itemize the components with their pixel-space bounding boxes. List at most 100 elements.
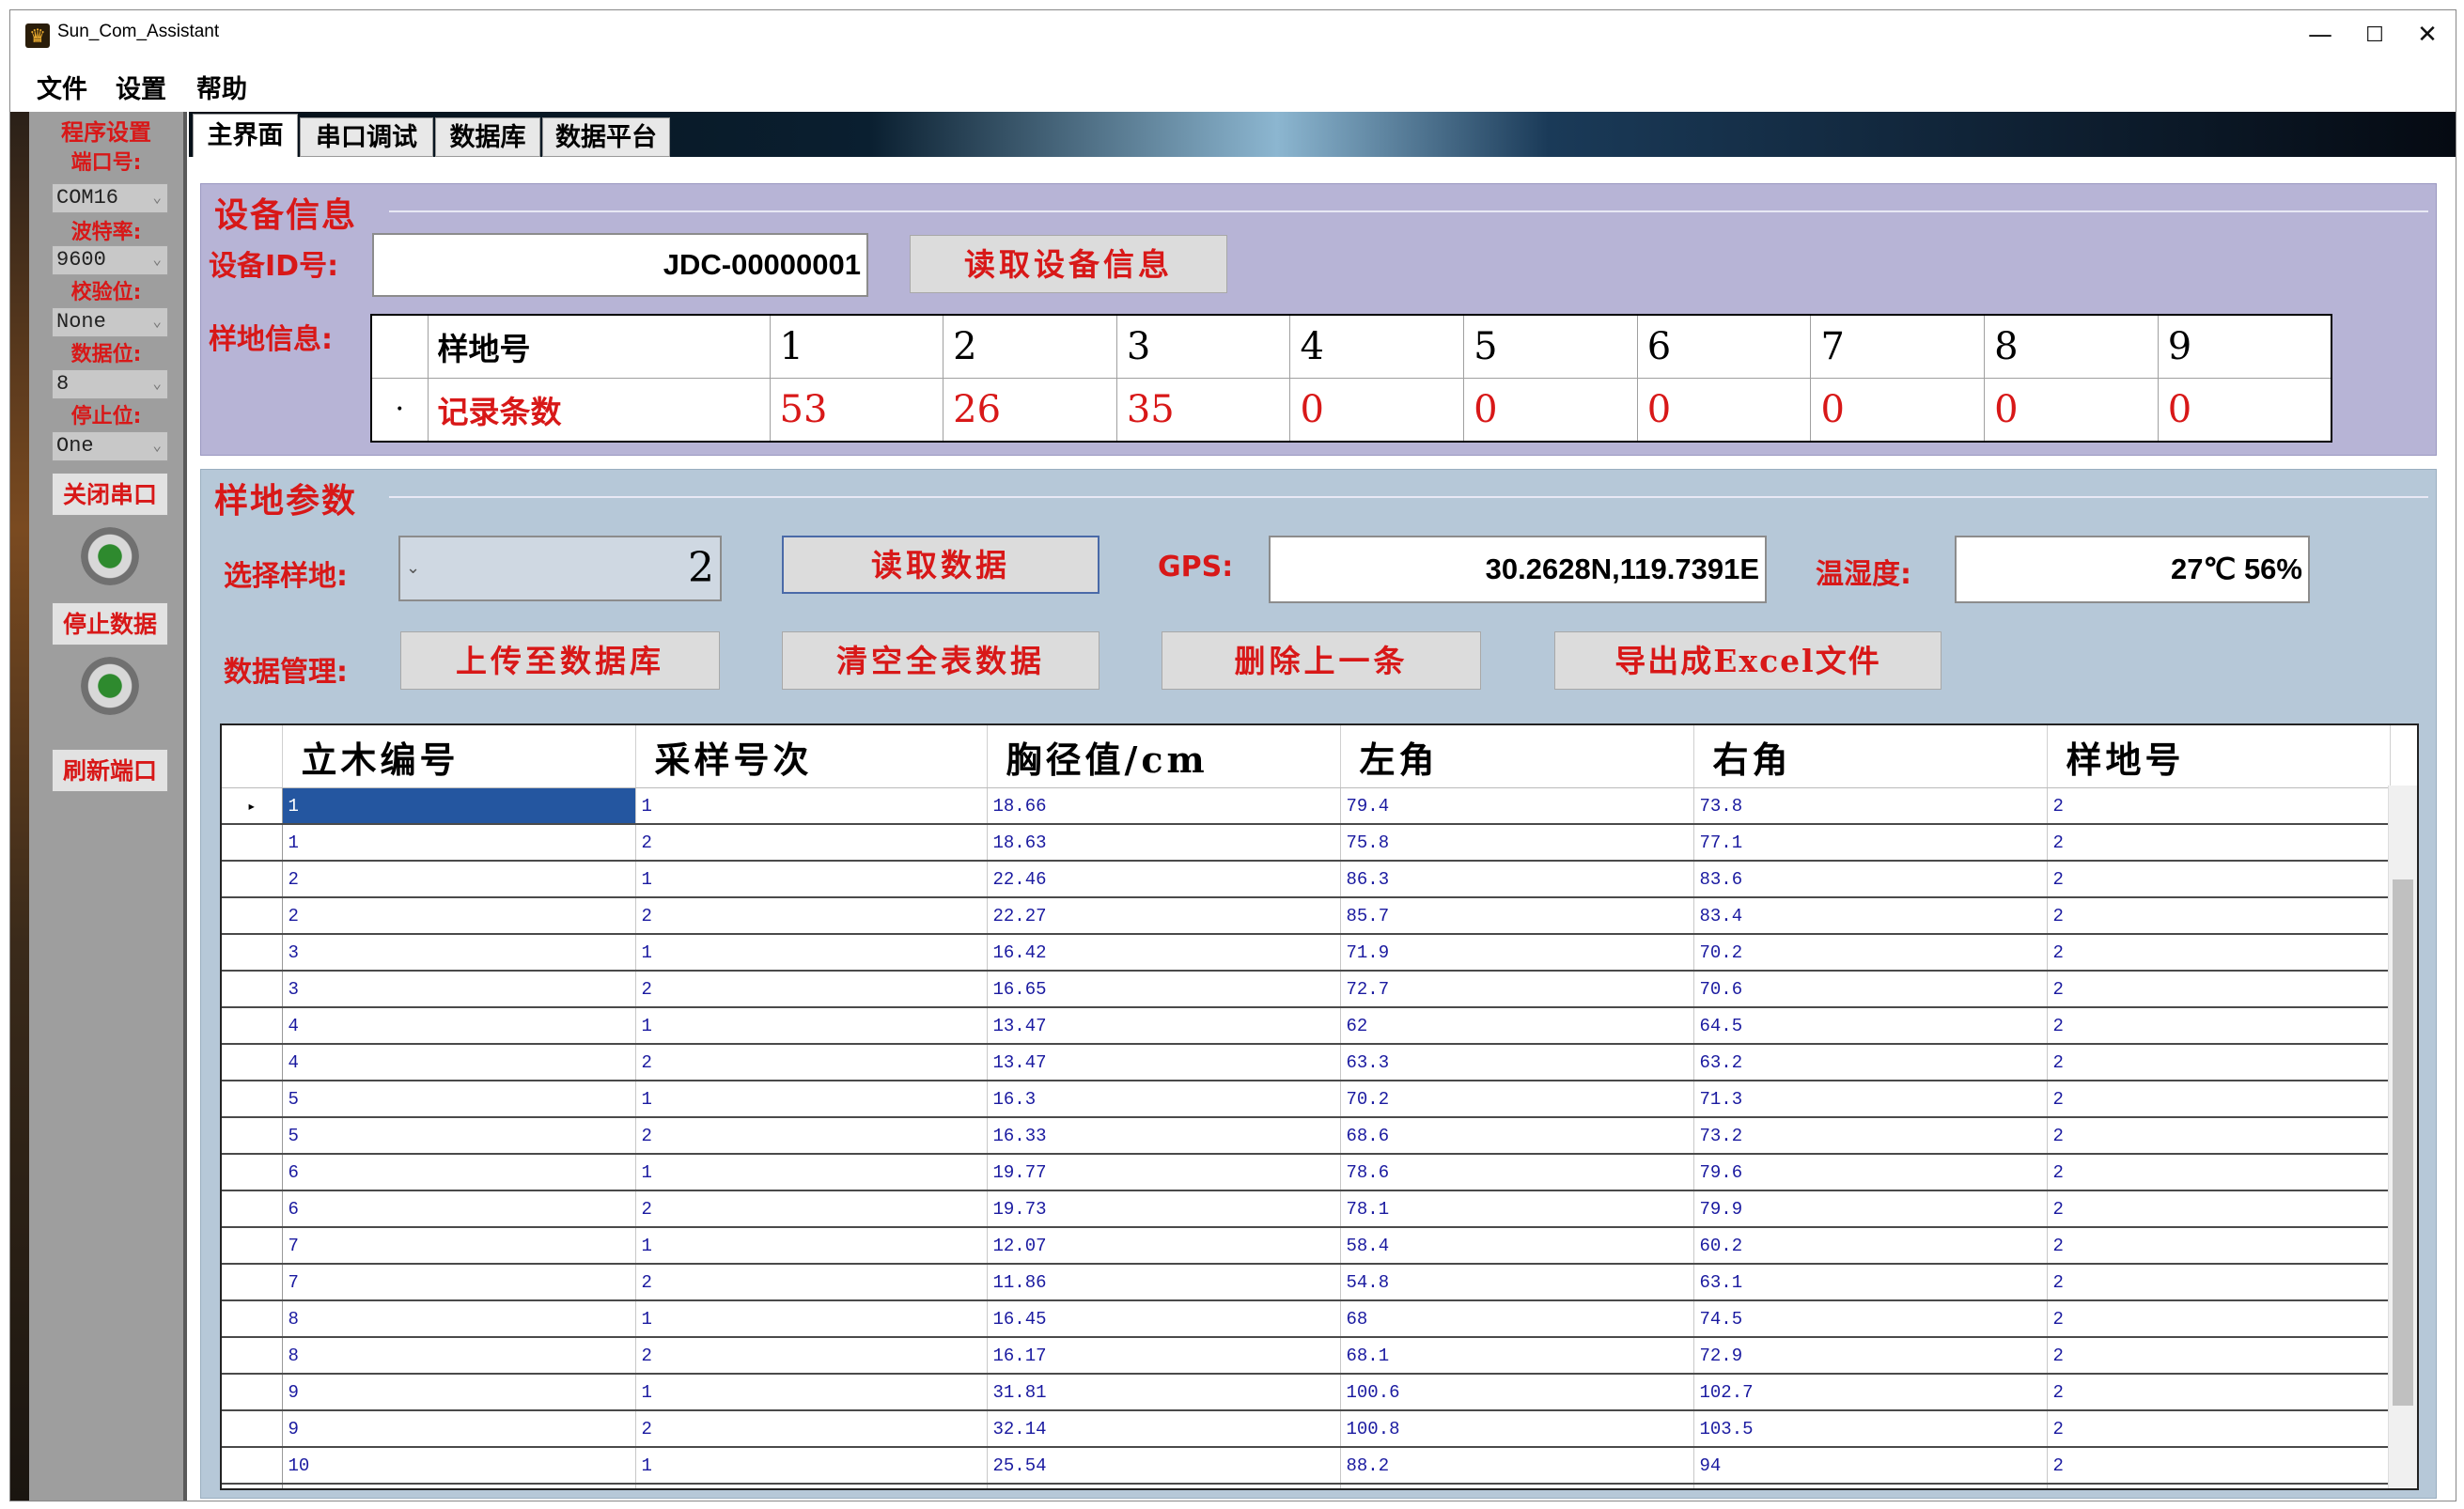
table-cell[interactable]: 88.2 xyxy=(1340,1447,1694,1485)
row-header-cell[interactable] xyxy=(222,1081,283,1118)
table-cell[interactable]: 73.2 xyxy=(1693,1117,2048,1155)
table-cell[interactable]: 2 xyxy=(2047,824,2391,862)
column-header-plot-id[interactable]: 样地号 xyxy=(2047,725,2391,788)
row-header-cell[interactable] xyxy=(222,934,283,972)
table-cell[interactable]: 64.5 xyxy=(1693,1007,2048,1045)
read-data-button[interactable]: 读取数据 xyxy=(782,536,1099,594)
table-cell[interactable]: 1 xyxy=(635,1081,988,1118)
table-cell[interactable]: 7 xyxy=(282,1264,636,1301)
table-cell[interactable]: 16.42 xyxy=(987,934,1341,972)
table-cell[interactable]: 2 xyxy=(2047,787,2391,825)
table-cell[interactable]: 2 xyxy=(635,1337,988,1375)
table-cell[interactable]: 2 xyxy=(2047,1044,2391,1081)
table-row[interactable]: 4 2 13.47 63.3 63.2 2 xyxy=(222,1044,2391,1081)
table-cell[interactable]: 5 xyxy=(282,1117,636,1155)
column-header-sample-seq[interactable]: 采样号次 xyxy=(635,725,988,788)
row-header-cell[interactable]: ▸ xyxy=(222,787,283,825)
table-cell[interactable]: 2 xyxy=(635,1484,988,1488)
table-row[interactable]: 2 1 22.46 86.3 83.6 2 xyxy=(222,861,2391,898)
table-cell[interactable]: 7 xyxy=(282,1227,636,1265)
table-cell[interactable]: 68 xyxy=(1340,1300,1694,1338)
menu-settings[interactable]: 设置 xyxy=(116,69,166,105)
row-header-cell[interactable] xyxy=(222,1264,283,1301)
table-cell[interactable]: 85.7 xyxy=(1340,897,1694,935)
table-cell[interactable]: 2 xyxy=(2047,1300,2391,1338)
row-header-cell[interactable] xyxy=(222,1484,283,1488)
table-row[interactable]: 3 1 16.42 71.9 70.2 2 xyxy=(222,934,2391,972)
table-cell[interactable]: 2 xyxy=(2047,1410,2391,1448)
table-cell[interactable]: 1 xyxy=(635,861,988,898)
table-row[interactable]: 1 2 18.63 75.8 77.1 2 xyxy=(222,824,2391,862)
column-header-tree-id[interactable]: 立木编号 xyxy=(282,725,636,788)
table-cell[interactable]: 73.8 xyxy=(1693,787,2048,825)
row-header-cell[interactable] xyxy=(222,1190,283,1228)
close-port-button[interactable]: 关闭串口 xyxy=(52,473,168,516)
table-cell[interactable]: 3 xyxy=(282,934,636,972)
table-cell[interactable]: 63.2 xyxy=(1693,1044,2048,1081)
table-cell[interactable]: 89.3 xyxy=(1340,1484,1694,1488)
table-cell[interactable]: 2 xyxy=(635,1264,988,1301)
table-cell[interactable]: 68.6 xyxy=(1340,1117,1694,1155)
table-cell[interactable]: 2 xyxy=(2047,934,2391,972)
table-cell[interactable]: 1 xyxy=(282,824,636,862)
table-cell[interactable]: 70.6 xyxy=(1693,971,2048,1008)
table-cell[interactable]: 63.3 xyxy=(1340,1044,1694,1081)
table-cell[interactable]: 70.2 xyxy=(1693,934,2048,972)
table-cell[interactable]: 13.47 xyxy=(987,1007,1341,1045)
row-header-cell[interactable] xyxy=(222,1117,283,1155)
table-cell[interactable]: 100.6 xyxy=(1340,1374,1694,1411)
table-cell[interactable]: 25.54 xyxy=(987,1447,1341,1485)
vertical-scrollbar[interactable] xyxy=(2388,786,2417,1488)
refresh-port-button[interactable]: 刷新端口 xyxy=(52,749,168,792)
table-cell[interactable]: 1 xyxy=(282,787,636,825)
table-row[interactable]: 5 1 16.3 70.2 71.3 2 xyxy=(222,1081,2391,1118)
table-cell[interactable]: 2 xyxy=(2047,1337,2391,1375)
table-cell[interactable]: 2 xyxy=(282,897,636,935)
table-cell[interactable]: 60.2 xyxy=(1693,1227,2048,1265)
table-cell[interactable]: 12.07 xyxy=(987,1227,1341,1265)
table-cell[interactable]: 58.4 xyxy=(1340,1227,1694,1265)
table-cell[interactable]: 63.1 xyxy=(1693,1264,2048,1301)
baud-select[interactable]: 9600 ⌄ xyxy=(52,245,168,275)
table-cell[interactable]: 16.3 xyxy=(987,1081,1341,1118)
table-cell[interactable]: 1 xyxy=(635,787,988,825)
row-header-cell[interactable] xyxy=(222,1007,283,1045)
table-cell[interactable]: 2 xyxy=(2047,1227,2391,1265)
table-cell[interactable]: 16.45 xyxy=(987,1300,1341,1338)
table-row[interactable]: 4 1 13.47 62 64.5 2 xyxy=(222,1007,2391,1045)
row-header-cell[interactable] xyxy=(222,1337,283,1375)
column-header-left-angle[interactable]: 左角 xyxy=(1340,725,1694,788)
scrollbar-thumb[interactable] xyxy=(2393,879,2413,1406)
table-cell[interactable]: 16.65 xyxy=(987,971,1341,1008)
table-cell[interactable]: 5 xyxy=(282,1081,636,1118)
table-row[interactable]: 9 1 31.81 100.6 102.7 2 xyxy=(222,1374,2391,1411)
row-header-cell[interactable] xyxy=(222,1227,283,1265)
table-cell[interactable]: 1 xyxy=(635,1374,988,1411)
row-header-cell[interactable] xyxy=(222,861,283,898)
table-cell[interactable]: 2 xyxy=(2047,1264,2391,1301)
table-cell[interactable]: 1 xyxy=(635,1154,988,1191)
table-cell[interactable]: 18.63 xyxy=(987,824,1341,862)
row-header-cell[interactable] xyxy=(222,1410,283,1448)
table-cell[interactable]: 78.1 xyxy=(1340,1190,1694,1228)
table-cell[interactable]: 19.77 xyxy=(987,1154,1341,1191)
tab-database[interactable]: 数据库 xyxy=(435,117,540,157)
table-cell[interactable]: 2 xyxy=(2047,861,2391,898)
tab-serial-debug[interactable]: 串口调试 xyxy=(300,117,433,157)
table-cell[interactable]: 8 xyxy=(282,1337,636,1375)
table-cell[interactable]: 18.66 xyxy=(987,787,1341,825)
table-cell[interactable]: 2 xyxy=(2047,897,2391,935)
table-cell[interactable]: 2 xyxy=(2047,1081,2391,1118)
table-cell[interactable]: 2 xyxy=(2047,1190,2391,1228)
table-cell[interactable]: 54.8 xyxy=(1340,1264,1694,1301)
table-cell[interactable]: 83.4 xyxy=(1693,897,2048,935)
databits-select[interactable]: 8 ⌄ xyxy=(52,369,168,399)
column-header-dbh[interactable]: 胸径值/cm xyxy=(987,725,1341,788)
table-cell[interactable]: 71.9 xyxy=(1340,934,1694,972)
table-cell[interactable]: 103.5 xyxy=(1693,1410,2048,1448)
table-row[interactable]: 9 2 32.14 100.8 103.5 2 xyxy=(222,1410,2391,1448)
table-row[interactable]: 10 1 25.54 88.2 94 2 xyxy=(222,1447,2391,1485)
table-cell[interactable]: 2 xyxy=(2047,1007,2391,1045)
upload-db-button[interactable]: 上传至数据库 xyxy=(400,631,720,690)
table-row[interactable]: 7 1 12.07 58.4 60.2 2 xyxy=(222,1227,2391,1265)
